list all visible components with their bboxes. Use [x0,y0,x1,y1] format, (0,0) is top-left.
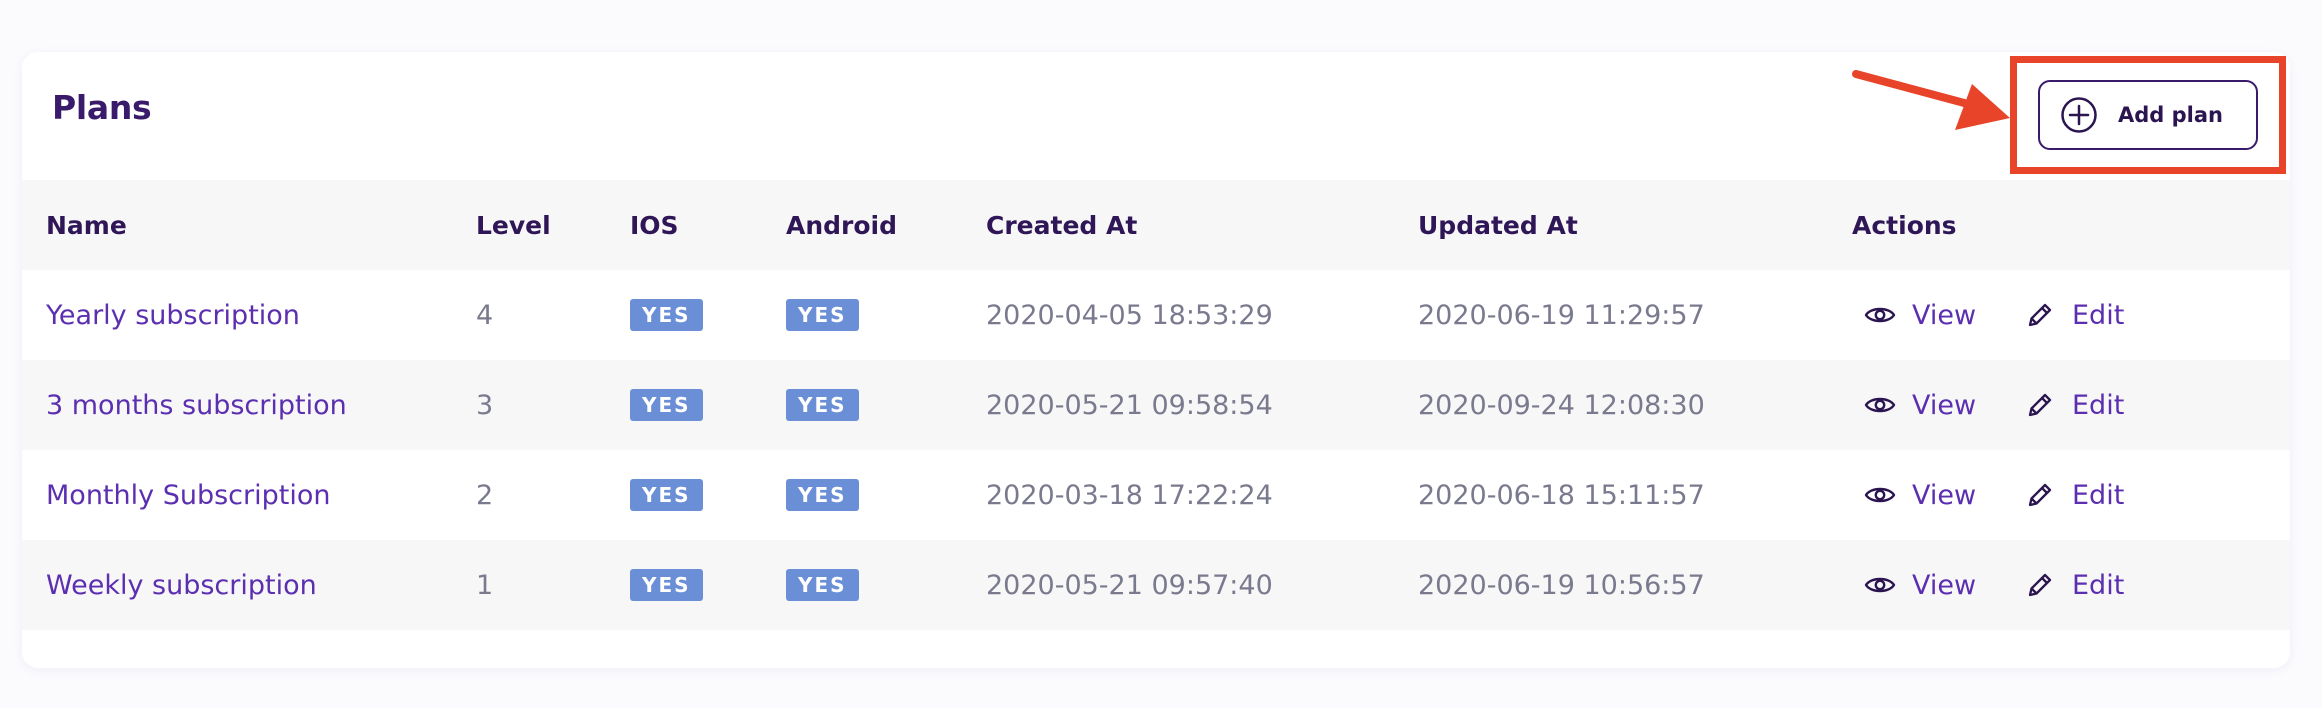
view-label: View [1912,389,1977,421]
created-at-value: 2020-03-18 17:22:24 [986,479,1273,511]
plan-level: 4 [476,299,494,331]
edit-button[interactable]: Edit [2024,479,2124,511]
pencil-icon [2024,569,2056,601]
plan-level: 2 [476,479,494,511]
plans-card: Plans Add plan Name Level IOS Android Cr… [22,52,2290,668]
android-badge: YES [786,479,859,511]
table-body: Yearly subscription 4 YES YES 2020-04-05… [22,270,2290,630]
row-actions: View Edit [1852,569,2290,601]
updated-at-value: 2020-09-24 12:08:30 [1418,389,1705,421]
table-row: Monthly Subscription 2 YES YES 2020-03-1… [22,450,2290,540]
column-header-level[interactable]: Level [476,180,630,270]
ios-badge: YES [630,299,703,331]
view-button[interactable]: View [1852,389,2024,421]
card-header: Plans Add plan [22,52,2290,180]
plan-level: 1 [476,569,494,601]
table-row: Yearly subscription 4 YES YES 2020-04-05… [22,270,2290,360]
eye-icon [1864,299,1896,331]
column-header-ios[interactable]: IOS [630,180,786,270]
column-header-android[interactable]: Android [786,180,986,270]
eye-icon [1864,569,1896,601]
column-header-actions: Actions [1852,210,1957,240]
plan-name-link[interactable]: Monthly Subscription [46,480,330,511]
row-actions: View Edit [1852,479,2290,511]
view-label: View [1912,479,1977,511]
view-button[interactable]: View [1852,299,2024,331]
android-badge: YES [786,569,859,601]
page-title: Plans [52,88,152,127]
column-header-name[interactable]: Name [22,180,476,270]
view-button[interactable]: View [1852,479,2024,511]
row-actions: View Edit [1852,389,2290,421]
eye-icon [1864,389,1896,421]
column-header-created-at[interactable]: Created At [986,180,1418,270]
edit-label: Edit [2072,479,2125,511]
updated-at-value: 2020-06-19 10:56:57 [1418,569,1705,601]
row-actions: View Edit [1852,299,2290,331]
pencil-icon [2024,299,2056,331]
updated-at-value: 2020-06-19 11:29:57 [1418,299,1705,331]
column-header-updated-at[interactable]: Updated At [1418,180,1852,270]
created-at-value: 2020-04-05 18:53:29 [986,299,1273,331]
ios-badge: YES [630,479,703,511]
created-at-value: 2020-05-21 09:57:40 [986,569,1273,601]
ios-badge: YES [630,389,703,421]
table-header-row: Name Level IOS Android Created At Update… [22,180,2290,270]
plan-name-link[interactable]: 3 months subscription [46,390,347,421]
edit-label: Edit [2072,389,2125,421]
view-button[interactable]: View [1852,569,2024,601]
edit-label: Edit [2072,299,2125,331]
view-label: View [1912,299,1977,331]
plan-level: 3 [476,389,494,421]
pencil-icon [2024,389,2056,421]
view-label: View [1912,569,1977,601]
add-plan-label: Add plan [2118,103,2223,127]
table-row: Weekly subscription 1 YES YES 2020-05-21… [22,540,2290,630]
edit-button[interactable]: Edit [2024,389,2124,421]
plan-name-link[interactable]: Yearly subscription [46,300,300,331]
add-plan-button[interactable]: Add plan [2038,80,2258,150]
created-at-value: 2020-05-21 09:58:54 [986,389,1273,421]
android-badge: YES [786,299,859,331]
eye-icon [1864,479,1896,511]
android-badge: YES [786,389,859,421]
plan-name-link[interactable]: Weekly subscription [46,570,317,601]
edit-button[interactable]: Edit [2024,569,2124,601]
ios-badge: YES [630,569,703,601]
edit-button[interactable]: Edit [2024,299,2124,331]
updated-at-value: 2020-06-18 15:11:57 [1418,479,1705,511]
plans-table: Name Level IOS Android Created At Update… [22,180,2290,630]
plus-circle-icon [2060,96,2098,134]
pencil-icon [2024,479,2056,511]
edit-label: Edit [2072,569,2125,601]
table-row: 3 months subscription 3 YES YES 2020-05-… [22,360,2290,450]
